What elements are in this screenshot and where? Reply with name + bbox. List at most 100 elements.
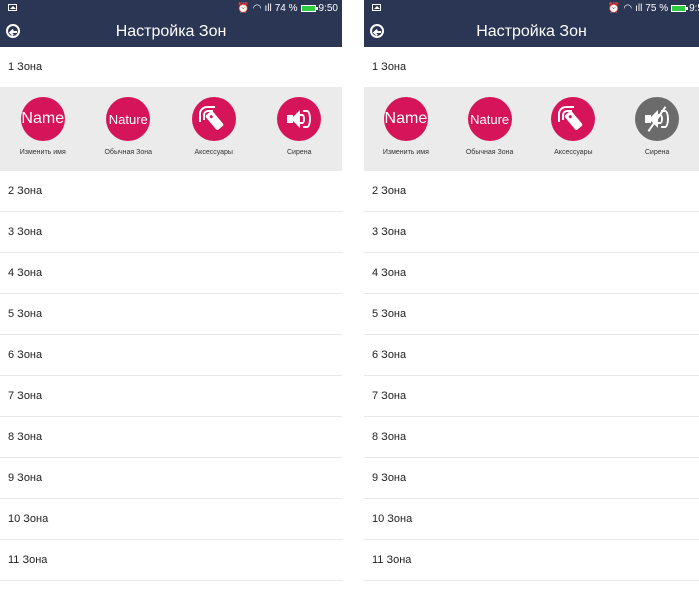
nature-button-text: Nature	[108, 111, 148, 127]
zone-label: 8 Зона	[8, 431, 43, 443]
zone-label: 11 Зона	[372, 554, 412, 566]
zone-list: 2 Зона 3 Зона 4 Зона 5 Зона 6 Зона 7 Зон…	[0, 171, 342, 581]
zone-row[interactable]: 2 Зона	[364, 171, 699, 212]
action-label: Аксессуары	[194, 149, 233, 156]
siren-action[interactable]: Сирена	[264, 97, 334, 156]
zone-type-action[interactable]: Nature Обычная Зона	[93, 97, 163, 156]
zone-row[interactable]: 9 Зона	[364, 458, 699, 499]
alarm-icon: ⏰	[237, 3, 250, 14]
zone-row[interactable]: 7 Зона	[0, 376, 342, 417]
zone-label: 4 Зона	[372, 267, 407, 279]
zone-row[interactable]: 10 Зона	[0, 499, 342, 540]
zone-label: 2 Зона	[8, 185, 43, 197]
accessories-action[interactable]: Аксессуары	[179, 97, 249, 156]
zone-label: 8 Зона	[372, 431, 407, 443]
action-label: Изменить имя	[382, 149, 429, 156]
siren-action[interactable]: Сирена	[622, 97, 692, 156]
action-label: Изменить имя	[19, 149, 66, 156]
zone-label: 1 Зона	[372, 61, 407, 73]
zone-row[interactable]: 8 Зона	[0, 417, 342, 458]
left-phone-screen: ⏰ ◠ ıll 74 % 9:50 Настройка Зон 1 Зона N…	[0, 0, 342, 604]
name-button[interactable]: Name	[20, 97, 65, 141]
wifi-icon: ◠	[252, 3, 262, 14]
signal-icon: ıll	[264, 3, 272, 14]
name-button[interactable]: Name	[383, 97, 428, 141]
right-phone-screen: ⏰ ◠ ıll 75 % 9:5 Настройка Зон 1 Зона Na…	[364, 0, 699, 604]
page-title: Настройка Зон	[115, 23, 227, 40]
battery-percent: 75 %	[645, 3, 669, 14]
zone-label: 9 Зона	[8, 472, 43, 484]
zone-row[interactable]: 4 Зона	[364, 253, 699, 294]
speaker-icon	[286, 108, 312, 130]
alarm-icon: ⏰	[607, 3, 621, 14]
zone-label: 9 Зона	[372, 472, 407, 484]
zone-row[interactable]: 10 Зона	[364, 499, 699, 540]
zone-label: 1 Зона	[8, 61, 43, 73]
gallery-icon	[8, 4, 17, 11]
nature-button[interactable]: Nature	[106, 97, 151, 141]
zone-row[interactable]: 1 Зона	[364, 47, 699, 87]
status-bar: ⏰ ◠ ıll 74 % 9:50	[0, 0, 342, 17]
app-bar: Настройка Зон	[0, 17, 342, 47]
page-title: Настройка Зон	[476, 23, 587, 40]
nature-button[interactable]: Nature	[467, 97, 512, 141]
speaker-muted-icon	[644, 106, 670, 132]
zone-label: 3 Зона	[8, 226, 43, 238]
zone-label: 10 Зона	[8, 513, 49, 525]
zone-actions-panel: Name Изменить имя Nature Обычная Зона Ак…	[0, 87, 342, 171]
zone-label: 11 Зона	[8, 554, 48, 566]
zone-row[interactable]: 9 Зона	[0, 458, 342, 499]
zone-row[interactable]: 11 Зона	[0, 540, 342, 581]
action-label: Аксессуары	[554, 149, 593, 156]
zone-row[interactable]: 5 Зона	[364, 294, 699, 335]
zone-label: 5 Зона	[372, 308, 407, 320]
gallery-icon	[372, 4, 381, 11]
zone-list: 2 Зона 3 Зона 4 Зона 5 Зона 6 Зона 7 Зон…	[364, 171, 699, 581]
clock: 9:5	[689, 3, 699, 14]
zone-label: 6 Зона	[8, 349, 43, 361]
zone-label: 3 Зона	[372, 226, 407, 238]
name-button-text: Name	[21, 110, 65, 127]
accessories-button[interactable]	[191, 97, 236, 141]
zone-row[interactable]: 3 Зона	[0, 212, 342, 253]
zone-label: 4 Зона	[8, 267, 43, 279]
zone-row[interactable]: 5 Зона	[0, 294, 342, 335]
zone-label: 10 Зона	[372, 513, 413, 525]
zone-row[interactable]: 3 Зона	[364, 212, 699, 253]
rename-action[interactable]: Name Изменить имя	[8, 97, 78, 156]
zone-label: 2 Зона	[372, 185, 407, 197]
clock: 9:50	[318, 3, 338, 14]
siren-button-muted[interactable]	[635, 97, 680, 141]
zone-row[interactable]: 8 Зона	[364, 417, 699, 458]
zone-label: 7 Зона	[372, 390, 407, 402]
zone-row[interactable]: 7 Зона	[364, 376, 699, 417]
battery-icon	[671, 5, 689, 12]
action-label: Сирена	[644, 149, 670, 156]
action-label: Обычная Зона	[465, 149, 514, 156]
accessories-action[interactable]: Аксессуары	[538, 97, 608, 156]
zone-label: 5 Зона	[8, 308, 43, 320]
siren-button[interactable]	[277, 97, 322, 141]
zone-row[interactable]: 6 Зона	[0, 335, 342, 376]
zone-row[interactable]: 4 Зона	[0, 253, 342, 294]
zone-actions-panel: Name Изменить имя Nature Обычная Зона Ак…	[364, 87, 699, 171]
zone-type-action[interactable]: Nature Обычная Зона	[455, 97, 525, 156]
name-button-text: Name	[384, 110, 428, 127]
battery-icon	[300, 5, 318, 12]
zone-row[interactable]: 2 Зона	[0, 171, 342, 212]
app-bar: Настройка Зон	[364, 17, 699, 47]
zone-label: 7 Зона	[8, 390, 43, 402]
action-label: Обычная Зона	[104, 149, 152, 156]
remote-control-icon	[558, 104, 588, 134]
battery-percent: 74 %	[274, 3, 298, 14]
zone-row[interactable]: 1 Зона	[0, 47, 342, 87]
remote-control-icon	[198, 104, 229, 134]
zone-row[interactable]: 6 Зона	[364, 335, 699, 376]
wifi-icon: ◠	[623, 3, 633, 14]
accessories-button[interactable]	[551, 97, 596, 141]
signal-icon: ıll	[635, 3, 643, 14]
zone-row[interactable]: 11 Зона	[364, 540, 699, 581]
rename-action[interactable]: Name Изменить имя	[371, 97, 441, 156]
status-bar: ⏰ ◠ ıll 75 % 9:5	[364, 0, 699, 17]
action-label: Сирена	[286, 149, 312, 156]
